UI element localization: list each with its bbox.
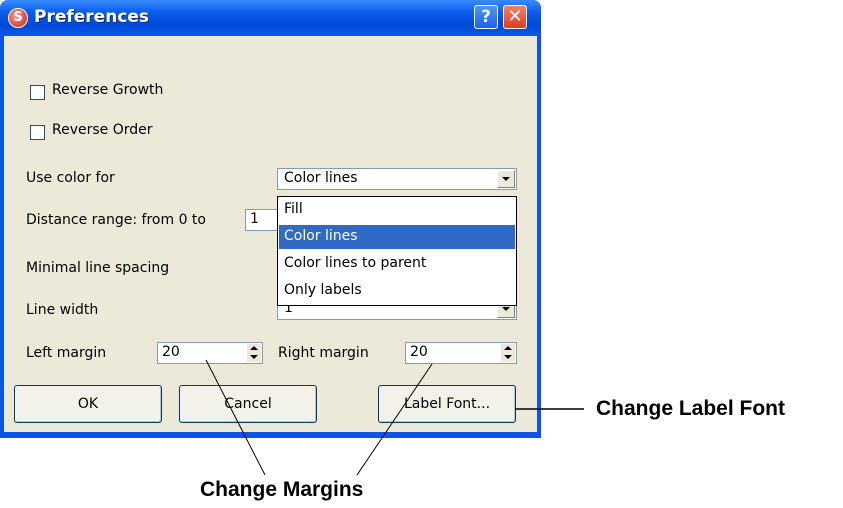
callout-lines bbox=[205, 359, 584, 476]
right-margin-callout-line bbox=[356, 363, 433, 476]
change-label-font-annotation: Change Label Font bbox=[596, 397, 785, 420]
change-margins-annotation: Change Margins bbox=[200, 478, 364, 501]
left-margin-callout-line bbox=[205, 359, 266, 476]
